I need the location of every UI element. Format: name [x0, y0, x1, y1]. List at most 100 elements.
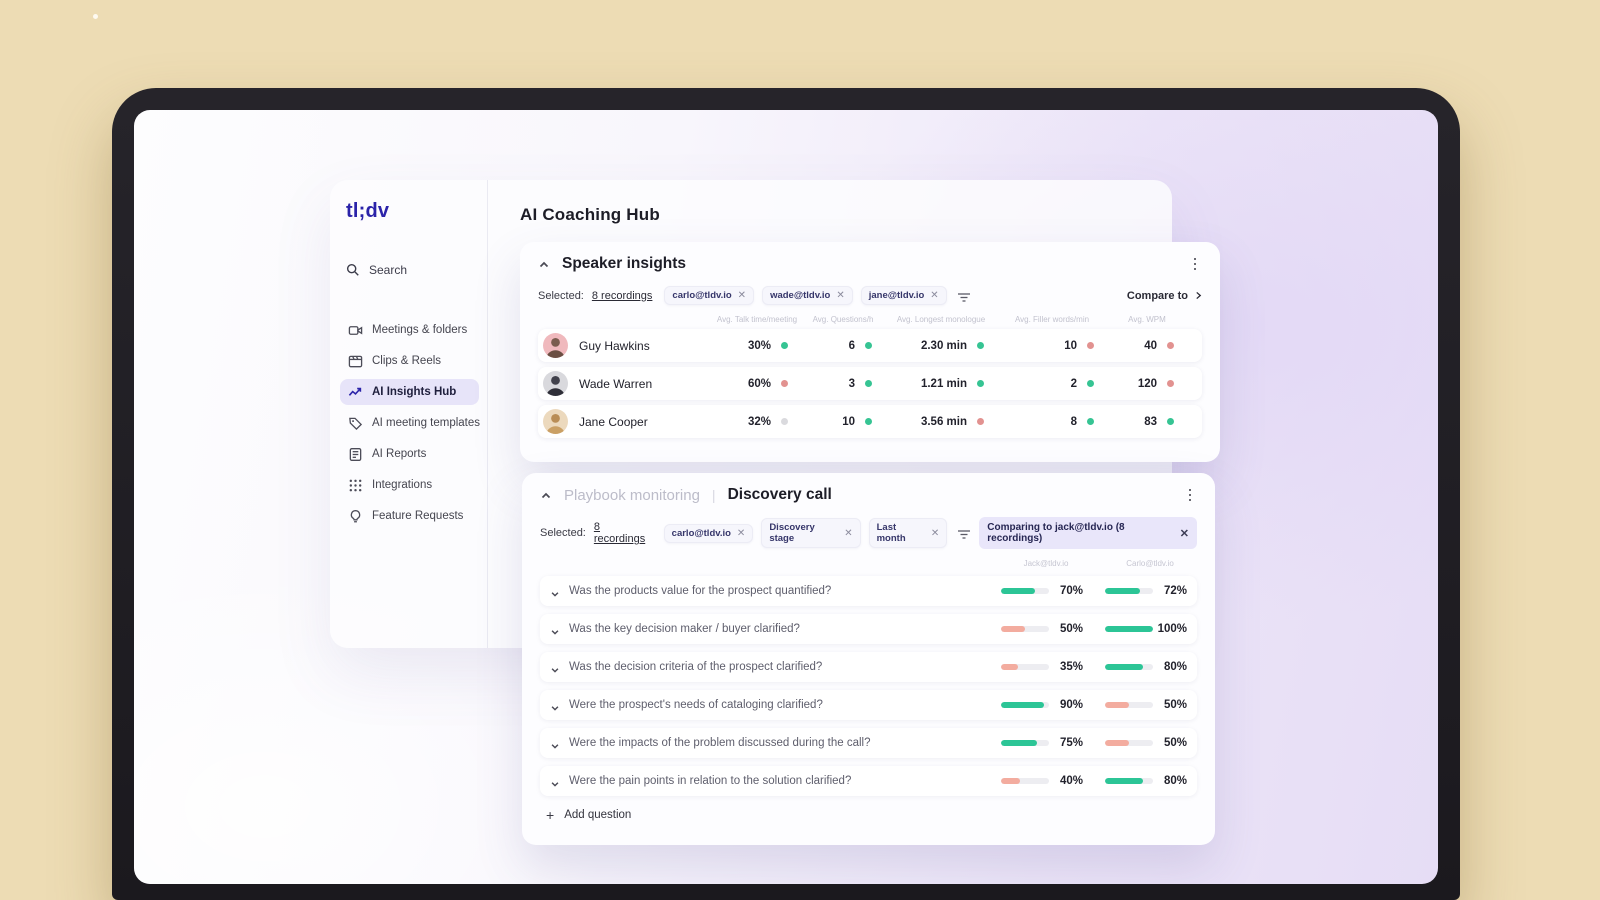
progress-bar: [1105, 778, 1153, 784]
chip-label: Last month: [876, 522, 906, 544]
avatar: [543, 371, 568, 396]
question-row[interactable]: Were the impacts of the problem discusse…: [540, 728, 1197, 758]
desktop-background: tl;dv Search Meetings & folders Clips & …: [0, 0, 1600, 900]
sidebar-item-ai-reports[interactable]: AI Reports: [340, 441, 479, 467]
filter-icon[interactable]: [957, 527, 971, 539]
chip-label: jane@tldv.io: [868, 290, 925, 301]
progress-bar: [1105, 664, 1153, 670]
compare-column-headers: Jack@tldv.io Carlo@tldv.io: [1023, 559, 1174, 568]
filter-chip[interactable]: wade@tldv.io ✕: [762, 286, 853, 305]
metric-value: 40: [1144, 339, 1157, 352]
question-row[interactable]: Was the products value for the prospect …: [540, 576, 1197, 606]
question-text: Were the impacts of the problem discusse…: [569, 737, 871, 749]
selected-label: Selected:: [538, 289, 584, 302]
selected-count-link[interactable]: 8 recordings: [592, 290, 653, 302]
selected-label: Selected:: [540, 527, 586, 539]
collapse-chevron-up-icon[interactable]: [538, 258, 550, 270]
status-dot: [977, 380, 984, 387]
sidebar-item-ai-insights-hub[interactable]: AI Insights Hub: [340, 379, 479, 405]
table-row: Guy Hawkins 30% 6 2.30 min 10 40: [538, 329, 1202, 362]
question-text: Was the products value for the prospect …: [569, 585, 832, 597]
card-title: Discovery call: [727, 486, 832, 503]
grid-dots-icon: [348, 478, 363, 493]
status-dot: [1167, 418, 1174, 425]
kebab-menu-icon[interactable]: [1188, 256, 1202, 272]
card-title-section: Playbook monitoring: [564, 486, 700, 504]
progress-percent: 90%: [1059, 699, 1083, 711]
progress-bar: [1001, 740, 1049, 746]
metric-value: 2: [1070, 377, 1077, 390]
sidebar-item-label: AI meeting templates: [372, 417, 481, 429]
metric-value: 8: [1070, 415, 1077, 428]
sidebar-item-label: Feature Requests: [372, 510, 464, 522]
status-dot: [1087, 342, 1094, 349]
progress-percent: 70%: [1059, 585, 1083, 597]
progress-percent: 40%: [1059, 775, 1083, 787]
filter-chip[interactable]: carlo@tldv.io ✕: [663, 523, 754, 543]
selected-count-link[interactable]: 8 recordings: [594, 521, 652, 545]
question-row[interactable]: Was the decision criteria of the prospec…: [540, 652, 1197, 682]
question-row[interactable]: Were the prospect's needs of cataloging …: [540, 690, 1197, 720]
metric-value: 120: [1137, 377, 1157, 390]
metric-value: 60%: [747, 377, 771, 390]
close-icon[interactable]: ✕: [844, 528, 852, 539]
close-icon[interactable]: ✕: [931, 528, 939, 539]
metric-value: 3: [848, 377, 855, 390]
decor-dot: [93, 14, 98, 19]
clapperboard-icon: [348, 354, 363, 369]
status-dot: [977, 418, 984, 425]
collapse-chevron-up-icon[interactable]: [540, 489, 552, 501]
progress-percent: 75%: [1059, 737, 1083, 749]
comparing-to-pill[interactable]: Comparing to jack@tldv.io (8 recordings)…: [979, 517, 1197, 549]
table-column-headers: Avg. Talk time/meeting Avg. Questions/h …: [716, 315, 1166, 324]
sidebar-search[interactable]: Search: [346, 263, 487, 277]
close-icon[interactable]: ✕: [1180, 527, 1189, 540]
progress-bar: [1105, 702, 1153, 708]
tldv-logo[interactable]: tl;dv: [346, 200, 487, 223]
sidebar-item-feature-requests[interactable]: Feature Requests: [340, 503, 479, 529]
speaker-name: Jane Cooper: [579, 414, 648, 429]
search-label: Search: [369, 263, 408, 277]
status-dot: [1167, 380, 1174, 387]
progress-bar: [1105, 588, 1153, 594]
add-question-button[interactable]: + Add question: [540, 808, 1197, 822]
close-icon[interactable]: ✕: [737, 528, 745, 539]
sidebar-item-ai-meeting-templates[interactable]: AI meeting templates: [340, 410, 481, 436]
filter-chip[interactable]: Last month ✕: [868, 518, 948, 548]
filter-chip[interactable]: carlo@tldv.io ✕: [664, 286, 755, 305]
avatar: [543, 333, 568, 358]
metric-value: 10: [1064, 339, 1077, 352]
progress-bar: [1001, 702, 1049, 708]
progress-bar: [1001, 664, 1049, 670]
tag-icon: [348, 416, 363, 431]
kebab-menu-icon[interactable]: [1183, 487, 1197, 503]
sidebar-item-meetings-folders[interactable]: Meetings & folders: [340, 317, 479, 343]
chevron-down-icon: [550, 662, 560, 673]
playbook-monitoring-card: Playbook monitoring | Discovery call Sel…: [522, 473, 1215, 845]
sidebar-item-label: AI Insights Hub: [372, 386, 457, 398]
status-dot: [977, 342, 984, 349]
close-icon[interactable]: ✕: [738, 290, 746, 301]
sidebar: tl;dv Search Meetings & folders Clips & …: [330, 180, 488, 648]
chevron-down-icon: [550, 624, 560, 635]
filter-chip[interactable]: Discovery stage ✕: [761, 518, 861, 548]
compare-to-button[interactable]: Compare to: [1127, 290, 1202, 302]
question-row[interactable]: Were the pain points in relation to the …: [540, 766, 1197, 796]
question-text: Was the key decision maker / buyer clari…: [569, 623, 800, 635]
status-dot: [781, 418, 788, 425]
question-row[interactable]: Was the key decision maker / buyer clari…: [540, 614, 1197, 644]
report-doc-icon: [348, 447, 363, 462]
progress-percent: 80%: [1163, 661, 1187, 673]
page-title: AI Coaching Hub: [520, 205, 660, 224]
compare-to-label: Compare to: [1126, 289, 1188, 302]
filter-icon[interactable]: [957, 290, 971, 302]
filter-chip[interactable]: jane@tldv.io ✕: [860, 286, 947, 305]
chip-label: Discovery stage: [769, 522, 815, 544]
sidebar-item-integrations[interactable]: Integrations: [340, 472, 479, 498]
close-icon[interactable]: ✕: [836, 290, 844, 301]
close-icon[interactable]: ✕: [930, 290, 938, 301]
progress-bar: [1001, 778, 1049, 784]
sidebar-item-clips-reels[interactable]: Clips & Reels: [340, 348, 479, 374]
metric-value: 30%: [747, 339, 771, 352]
trend-line-icon: [348, 385, 363, 400]
